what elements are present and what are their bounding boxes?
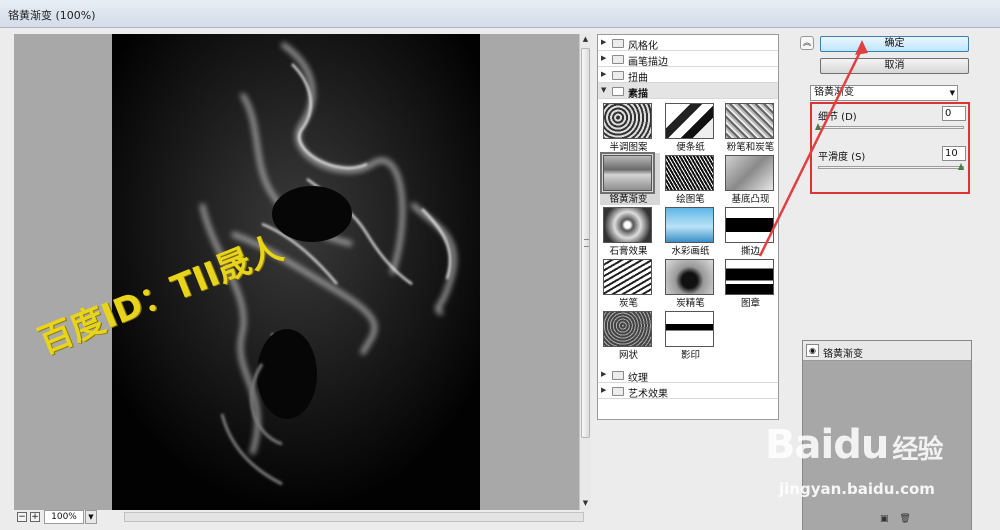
category-brush-strokes[interactable]: ▶ 画笔描边 [598,51,778,68]
category-texture[interactable]: ▶ 纹理 [598,367,778,384]
filter-parameters: 细节 (D) 0 平滑度 (S) 10 [810,102,970,194]
detail-value-input[interactable]: 0 [942,106,966,121]
scroll-up-icon[interactable]: ▲ [580,34,591,45]
filter-graphic-pen[interactable]: 绘图笔 [662,153,722,205]
chevron-down-icon: ▼ [949,89,955,97]
expand-arrow-icon: ▶ [601,38,607,46]
filter-plaster[interactable]: 石膏效果 [600,205,660,257]
effect-layer[interactable]: ◉ 铬黄渐变 [803,341,971,361]
smoothness-slider-knob[interactable] [958,163,964,170]
expand-arrow-icon: ▶ [601,70,607,78]
category-distort[interactable]: ▶ 扭曲 [598,67,778,84]
zoom-in-button[interactable]: + [30,512,40,522]
delete-layer-icon[interactable]: 🗑 [899,514,910,524]
preview-vertical-scrollbar[interactable]: ▲ ▼ [579,34,591,510]
expand-arrow-icon: ▶ [601,54,607,62]
ok-button[interactable]: 确定 [820,36,969,52]
filter-reticulation[interactable]: 网状 [600,309,660,361]
detail-row: 细节 (D) 0 [812,104,968,144]
effect-layer-label: 铬黄渐变 [823,349,863,360]
category-label: 纹理 [628,373,648,384]
filter-stamp[interactable]: 图章 [722,257,778,309]
baidu-logo: Baidu 经验 [765,422,943,468]
folder-icon [612,71,624,80]
category-label: 画笔描边 [628,57,668,68]
category-label: 素描 [628,89,648,100]
filter-chrome[interactable]: 铬黄渐变 [600,152,660,205]
filter-halftone-pattern[interactable]: 半调图案 [600,101,660,153]
collapse-gallery-icon[interactable]: ︽ [800,36,814,50]
folder-icon [612,387,624,396]
filter-chalk-charcoal[interactable]: 粉笔和炭笔 [722,101,778,153]
smoothness-label: 平滑度 (S) [818,152,866,163]
filter-gallery-list: ▶ 风格化 ▶ 画笔描边 ▶ 扭曲 ▼ 素描 半调图案 便条纸 粉笔和炭笔 铬黄… [597,34,779,420]
filter-note-paper[interactable]: 便条纸 [662,101,722,153]
preview-area[interactable] [14,34,579,510]
folder-icon [612,371,624,380]
new-layer-icon[interactable]: ▣ [880,514,889,524]
folder-icon [612,55,624,64]
expand-arrow-icon: ▶ [601,370,607,378]
smoothness-value-input[interactable]: 10 [942,146,966,161]
filter-torn-edges[interactable]: 撕边 [722,205,778,257]
detail-slider-track[interactable] [818,126,964,129]
preview-horizontal-scrollbar[interactable] [124,512,584,522]
folder-open-icon [612,87,624,96]
window-titlebar: 铬黄渐变 (100%) [0,0,1000,28]
category-label: 艺术效果 [628,389,668,400]
zoom-bar: − + 100% ▼ [14,510,594,526]
cancel-button[interactable]: 取消 [820,58,969,74]
smoothness-slider-track[interactable] [818,166,964,169]
scrollbar-thumb[interactable] [581,48,590,438]
baidu-url: jingyan.baidu.com [779,480,935,498]
filter-thumbnails: 半调图案 便条纸 粉笔和炭笔 铬黄渐变 绘图笔 基底凸现 石膏效果 水彩画纸 撕… [598,99,778,367]
scroll-down-icon[interactable]: ▼ [580,498,591,509]
zoom-dropdown-icon[interactable]: ▼ [85,510,97,524]
filter-charcoal[interactable]: 炭笔 [600,257,660,309]
filter-bas-relief[interactable]: 基底凸现 [722,153,778,205]
folder-icon [612,39,624,48]
filter-select-value: 铬黄渐变 [814,87,854,98]
category-artistic[interactable]: ▶ 艺术效果 [598,383,778,400]
filter-water-paper[interactable]: 水彩画纸 [662,205,722,257]
category-label: 风格化 [628,41,658,52]
expand-arrow-icon: ▶ [601,386,607,394]
window-title: 铬黄渐变 (100%) [8,9,96,22]
baidu-watermark: Baidu 经验 jingyan.baidu.com [765,422,943,498]
collapse-arrow-icon: ▼ [601,86,607,94]
category-label: 扭曲 [628,73,648,84]
detail-label: 细节 (D) [818,112,857,123]
filter-select[interactable]: 铬黄渐变 ▼ [810,85,958,101]
filter-photocopy[interactable]: 影印 [662,309,722,361]
category-sketch[interactable]: ▼ 素描 [598,83,778,100]
zoom-value[interactable]: 100% [44,510,84,524]
eye-icon[interactable]: ◉ [806,344,819,357]
zoom-out-button[interactable]: − [17,512,27,522]
layer-footer: ▣ 🗑 [880,514,911,524]
category-stylize[interactable]: ▶ 风格化 [598,35,778,52]
filter-conte-crayon[interactable]: 炭精笔 [662,257,722,309]
smoothness-row: 平滑度 (S) 10 [812,144,968,184]
detail-slider-knob[interactable] [815,123,821,130]
